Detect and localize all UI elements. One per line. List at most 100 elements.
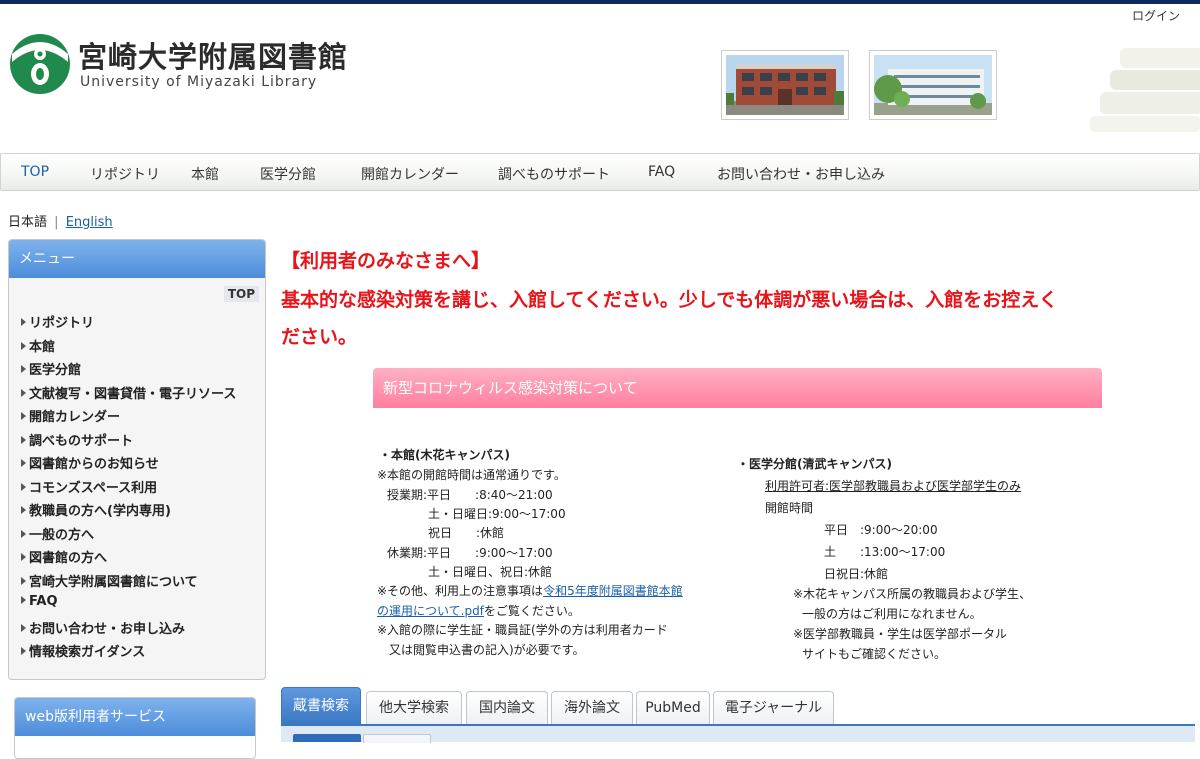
nav-research-support[interactable]: 調べものサポート <box>498 164 610 184</box>
menu-item-research-support[interactable]: 調べものサポート <box>21 430 133 449</box>
menu-item-label: お問い合わせ・お申し込み <box>29 622 186 637</box>
logo-title: 宮崎大学附属図書館 <box>78 40 349 74</box>
tab-other-univ-search[interactable]: 他大学検索 <box>366 691 462 725</box>
medical-saturday: 土 :13:00〜17:00 <box>824 545 946 559</box>
subtab-inactive[interactable] <box>363 734 431 743</box>
menu-item-label: リポジトリ <box>29 316 95 331</box>
lang-japanese: 日本語 <box>8 215 48 230</box>
menu-item-label: 調べものサポート <box>29 434 134 449</box>
nav-repository[interactable]: リポジトリ <box>90 164 160 184</box>
arrow-right-icon <box>21 412 26 420</box>
arrow-right-icon <box>21 483 26 491</box>
menu-item-label: コモンズスペース利用 <box>29 481 158 496</box>
medical-note-1: ※木花キャンパス所属の教職員および学生、 <box>793 587 1032 601</box>
arrow-right-icon <box>21 596 26 604</box>
arrow-right-icon <box>21 389 26 397</box>
main-id-note: ※入館の際に学生証・職員証(学外の方は利用者カード <box>377 623 668 637</box>
menu-item-contact[interactable]: お問い合わせ・お申し込み <box>21 618 185 637</box>
menu-item-medical-branch[interactable]: 医学分館 <box>21 359 81 378</box>
side-menu-top-link[interactable]: TOP <box>223 286 259 302</box>
arrow-right-icon <box>21 530 26 538</box>
menu-item-faq[interactable]: FAQ <box>21 594 58 609</box>
menu-item-label: 情報検索ガイダンス <box>29 645 146 660</box>
medical-hours-label: 開館時間 <box>765 501 814 515</box>
main-term-weekend: 土・日曜日:9:00〜17:00 <box>428 507 566 521</box>
menu-item-label: 開館カレンダー <box>29 410 121 425</box>
main-term-weekday: 授業期:平日 :8:40〜21:00 <box>387 488 553 502</box>
library-emblem-icon <box>10 34 70 94</box>
menu-item-repository[interactable]: リポジトリ <box>21 312 94 331</box>
tab-catalog-search[interactable]: 蔵書検索 <box>281 687 361 725</box>
menu-item-main-library[interactable]: 本館 <box>21 336 55 355</box>
nav-main-library[interactable]: 本館 <box>191 164 219 184</box>
medical-library-photo[interactable] <box>869 50 997 120</box>
notice-line-2: ださい。 <box>281 326 358 348</box>
tab-pubmed[interactable]: PubMed <box>636 691 710 725</box>
notice-line-1: 基本的な感染対策を講じ、入館してください。少しでも体調が悪い場合は、入館をお控え… <box>281 289 1058 311</box>
top-border <box>0 0 1200 4</box>
arrow-right-icon <box>21 553 26 561</box>
tab-e-journal[interactable]: 電子ジャーナル <box>713 691 834 725</box>
medical-sunday-holiday: 日祝日:休館 <box>824 567 889 581</box>
menu-item-label: 図書館からのお知らせ <box>29 457 159 472</box>
arrow-right-icon <box>21 577 26 585</box>
nav-medical-branch[interactable]: 医学分館 <box>260 164 316 184</box>
login-link[interactable]: ログイン <box>1132 7 1180 24</box>
menu-item-label: 宮崎大学附属図書館について <box>29 575 198 590</box>
arrow-right-icon <box>21 318 26 326</box>
books-decoration-icon <box>1090 48 1200 132</box>
menu-item-faculty[interactable]: 教職員の方へ(学内専用) <box>21 500 171 519</box>
subtab-active[interactable] <box>293 734 361 742</box>
menu-item-news[interactable]: 図書館からのお知らせ <box>21 453 159 472</box>
menu-item-label: FAQ <box>29 594 58 609</box>
menu-item-document-services[interactable]: 文献複写・図書貸借・電子リソース <box>21 383 236 402</box>
web-user-service-box: web版利用者サービス <box>14 697 256 759</box>
operation-pdf-link[interactable]: 令和5年度附属図書館本館 <box>543 584 683 598</box>
arrow-right-icon <box>21 506 26 514</box>
main-library-heading: ・本館(木花キャンパス) <box>379 448 510 462</box>
lang-separator: | <box>54 215 59 230</box>
menu-item-librarians[interactable]: 図書館の方へ <box>21 547 107 566</box>
menu-item-calendar[interactable]: 開館カレンダー <box>21 406 120 425</box>
main-notes-line-2: の運用について.pdfをご覧ください。 <box>377 602 580 619</box>
tab-domestic-papers[interactable]: 国内論文 <box>466 691 548 725</box>
tab-foreign-papers[interactable]: 海外論文 <box>551 691 633 725</box>
main-notes-line: ※その他、利用上の注意事項は令和5年度附属図書館本館 <box>377 582 683 599</box>
menu-item-label: 医学分館 <box>29 363 82 378</box>
arrow-right-icon <box>21 365 26 373</box>
main-id-note-cont: 又は閲覧申込書の記入)が必要です。 <box>389 643 585 657</box>
side-menu: メニュー TOP リポジトリ 本館 医学分館 文献複写・図書貸借・電子リソース … <box>8 239 266 680</box>
search-panel-bar <box>281 724 1195 743</box>
notes-text-cont: をご覧ください。 <box>483 604 580 618</box>
arrow-right-icon <box>21 342 26 350</box>
web-user-service-title[interactable]: web版利用者サービス <box>15 698 255 736</box>
menu-item-commons-space[interactable]: コモンズスペース利用 <box>21 477 157 496</box>
medical-weekday: 平日 :9:00〜20:00 <box>824 523 938 537</box>
menu-item-label: 一般の方へ <box>29 528 95 543</box>
main-break-weekday: 休業期:平日 :9:00〜17:00 <box>387 546 553 560</box>
menu-item-label: 教職員の方へ(学内専用) <box>29 504 171 519</box>
site-logo[interactable]: 宮崎大学附属図書館 University of Miyazaki Library <box>8 32 347 96</box>
menu-item-about[interactable]: 宮崎大学附属図書館について <box>21 571 198 590</box>
arrow-right-icon <box>21 436 26 444</box>
main-term-holiday: 祝日 :休館 <box>428 526 505 540</box>
arrow-right-icon <box>21 647 26 655</box>
main-break-weekend: 土・日曜日、祝日:休館 <box>428 565 553 579</box>
nav-faq[interactable]: FAQ <box>648 164 675 180</box>
nav-contact[interactable]: お問い合わせ・お申し込み <box>717 164 885 184</box>
global-nav: TOP リポジトリ 本館 医学分館 開館カレンダー 調べものサポート FAQ お… <box>0 153 1200 191</box>
nav-top[interactable]: TOP <box>21 164 49 180</box>
arrow-right-icon <box>21 624 26 632</box>
arrow-right-icon <box>21 459 26 467</box>
medical-branch-heading: ・医学分館(清武キャンパス) <box>737 457 892 471</box>
nav-calendar[interactable]: 開館カレンダー <box>361 164 459 184</box>
menu-item-label: 文献複写・図書貸借・電子リソース <box>29 387 237 402</box>
side-menu-title: メニュー <box>9 240 265 278</box>
menu-item-label: 本館 <box>29 340 56 355</box>
lang-english-link[interactable]: English <box>66 215 113 230</box>
menu-item-guidance[interactable]: 情報検索ガイダンス <box>21 641 145 660</box>
menu-item-public[interactable]: 一般の方へ <box>21 524 94 543</box>
main-library-photo[interactable] <box>721 50 849 120</box>
operation-pdf-link-cont[interactable]: の運用について.pdf <box>377 604 484 618</box>
covid-panel-title: 新型コロナウィルス感染対策について <box>373 368 1102 408</box>
